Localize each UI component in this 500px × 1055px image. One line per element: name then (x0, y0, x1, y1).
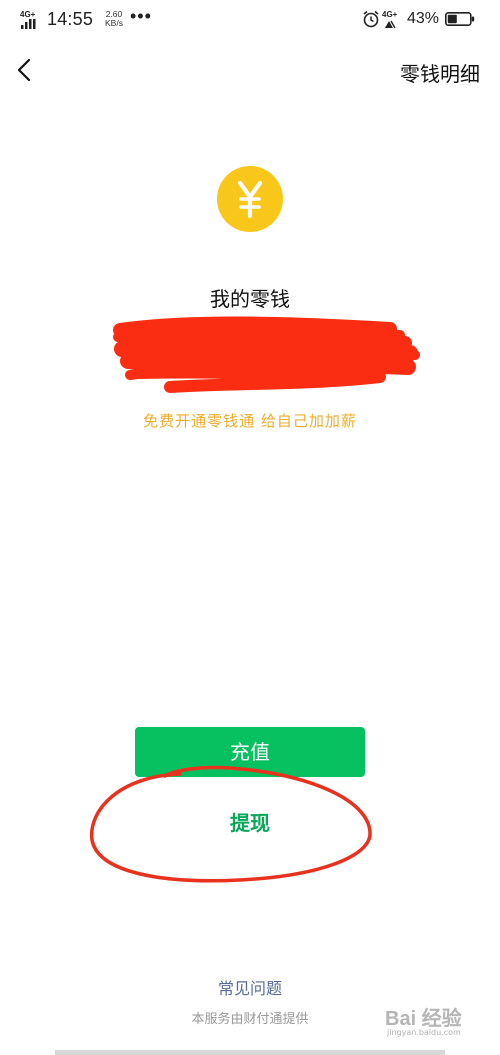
promo-link[interactable]: 免费开通零钱通 给自己加加薪 (0, 410, 500, 431)
wallet-title: 我的零钱 (210, 287, 290, 311)
change-details-link[interactable]: 零钱明细 (400, 58, 480, 87)
baidu-watermark: Bai 经验 jingyan.baidu.com (385, 998, 497, 1040)
network-speed: 2.60 KB/s (101, 10, 127, 28)
watermark-text: Bai 经验 (385, 1008, 462, 1030)
watermark-url: jingyan.baidu.com (387, 1028, 461, 1037)
back-button[interactable] (10, 55, 40, 85)
more-status-icon: ••• (130, 6, 152, 26)
status-time: 14:55 (47, 9, 94, 29)
yuan-coin-icon (217, 166, 283, 232)
signal-icon: 4G+ (20, 10, 36, 29)
yuan-icon (237, 180, 263, 219)
chevron-left-icon (17, 58, 31, 82)
withdraw-button[interactable]: 提现 (135, 798, 365, 848)
network-speed-unit: KB/s (105, 18, 123, 28)
bottom-edge (55, 1050, 445, 1055)
svg-text:4G+: 4G+ (382, 10, 398, 19)
status-bar: 4G+ 14:55 2.60 KB/s ••• 4G+ 43% (0, 0, 500, 40)
redaction-scribble (113, 316, 420, 393)
alarm-icon (363, 10, 379, 28)
signal-icon-secondary: 4G+ (382, 10, 398, 29)
recharge-button[interactable]: 充值 (135, 727, 365, 777)
battery-icon (445, 12, 475, 26)
svg-text:4G+: 4G+ (20, 10, 36, 19)
faq-link[interactable]: 常见问题 (0, 975, 500, 999)
battery-percent: 43% (407, 10, 440, 27)
